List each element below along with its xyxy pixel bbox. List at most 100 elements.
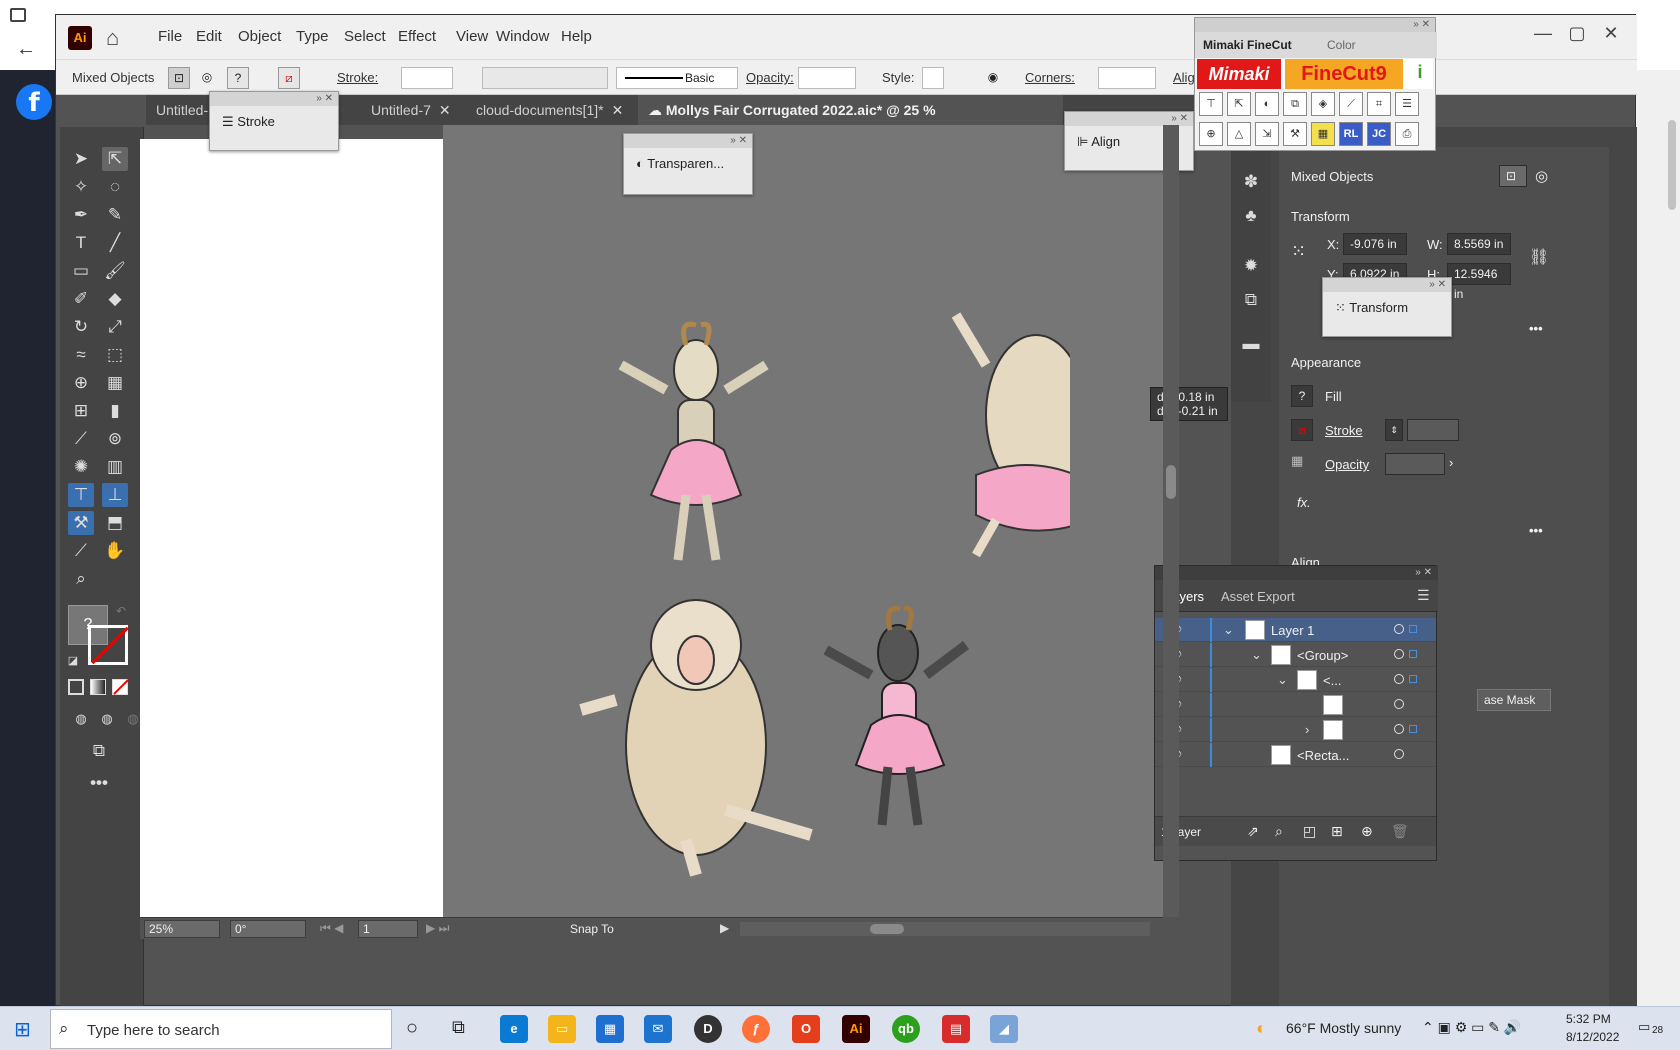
- selection-indicator[interactable]: [1409, 725, 1417, 733]
- target-icon[interactable]: [1394, 699, 1404, 709]
- store-icon[interactable]: ▦: [596, 1015, 624, 1043]
- lasso-icon[interactable]: ◌: [102, 175, 128, 199]
- draw-normal-icon[interactable]: ◍: [68, 707, 94, 731]
- mk-jc-icon[interactable]: JC: [1367, 122, 1391, 146]
- zoom-field[interactable]: 25%: [144, 920, 220, 938]
- target-icon[interactable]: [1394, 674, 1404, 684]
- mk-list-icon[interactable]: ☰: [1395, 92, 1419, 116]
- more-appearance-icon[interactable]: •••: [1529, 523, 1543, 538]
- mk-print-icon[interactable]: ⎙: [1395, 122, 1419, 146]
- more-transform-icon[interactable]: •••: [1529, 321, 1543, 336]
- mesh-tool-icon[interactable]: ⊞: [68, 399, 94, 423]
- links-icon[interactable]: ⧉: [1238, 288, 1264, 312]
- menu-select[interactable]: Select: [344, 28, 386, 45]
- x-field[interactable]: -9.076 in: [1343, 233, 1407, 255]
- delete-icon[interactable]: 🗑: [1391, 823, 1409, 840]
- layer-row[interactable]: 👁: [1155, 693, 1436, 717]
- restore-icon[interactable]: ▢: [1560, 23, 1594, 44]
- opacity-field[interactable]: [1385, 453, 1445, 475]
- shape-builder-icon[interactable]: ⊕: [68, 371, 94, 395]
- mk-grid-icon[interactable]: ▦: [1311, 122, 1335, 146]
- sun-icon[interactable]: ✹: [1238, 254, 1264, 278]
- artboard-number-field[interactable]: 1: [358, 920, 418, 938]
- mk-triangle-icon[interactable]: △: [1227, 122, 1251, 146]
- target-icon[interactable]: [1394, 749, 1404, 759]
- close-icon[interactable]: ✕: [612, 102, 624, 118]
- selection-tool-icon[interactable]: ➤: [68, 147, 94, 171]
- stroke-swatch[interactable]: ⧄: [278, 67, 300, 89]
- target-icon[interactable]: ◎: [1535, 167, 1548, 185]
- browser-tabs-icon[interactable]: [10, 8, 26, 22]
- more-tools-icon[interactable]: •••: [86, 771, 112, 795]
- layer-name[interactable]: <Group>: [1297, 648, 1348, 663]
- isolate-icon[interactable]: ⊡: [168, 67, 190, 89]
- pen-tool-icon[interactable]: ✒: [68, 203, 94, 227]
- firefox-icon[interactable]: ƒ: [742, 1015, 770, 1043]
- target-icon[interactable]: [1394, 649, 1404, 659]
- curvature-tool-icon[interactable]: ✎: [102, 203, 128, 227]
- taskbar-search[interactable]: ⌕ Type here to search: [50, 1009, 392, 1049]
- mini-panel-header[interactable]: » ✕: [1065, 112, 1193, 126]
- variable-width-field[interactable]: [482, 67, 608, 89]
- chevron-right-icon[interactable]: ›: [1449, 455, 1453, 470]
- style-swatch[interactable]: [922, 67, 944, 89]
- selection-indicator[interactable]: [1409, 650, 1417, 658]
- selection-indicator[interactable]: [1409, 625, 1417, 633]
- corners-field[interactable]: [1098, 67, 1156, 89]
- brush-field[interactable]: Basic: [616, 67, 738, 89]
- fill-swatch[interactable]: ?: [227, 67, 249, 89]
- eyedropper-icon[interactable]: ⟋: [68, 427, 94, 451]
- target-icon[interactable]: ◎: [196, 67, 218, 89]
- puppet-icon[interactable]: ✽: [1238, 170, 1264, 194]
- tab-mimaki-finecut[interactable]: Mimaki FineCut: [1203, 38, 1292, 52]
- mk-register-icon[interactable]: ⊕: [1199, 122, 1223, 146]
- browser-back-icon[interactable]: ←: [16, 38, 36, 61]
- transparency-panel-tab[interactable]: ◐ Transparen...: [624, 148, 752, 179]
- clipping-mask-icon[interactable]: ◰: [1303, 823, 1316, 840]
- opacity-label[interactable]: Opacity: [1325, 457, 1369, 472]
- constrain-icon[interactable]: ⛓: [1529, 247, 1549, 267]
- color-mode-icon[interactable]: [68, 679, 84, 695]
- stroke-color-box[interactable]: [88, 625, 129, 665]
- layer-name[interactable]: <Recta...: [1297, 748, 1349, 763]
- rotate-tool-icon[interactable]: ↻: [68, 315, 94, 339]
- shaper-tool-icon[interactable]: ✐: [68, 287, 94, 311]
- locate-object-icon[interactable]: ⌕: [1275, 823, 1283, 840]
- opacity-label[interactable]: Opacity:: [746, 70, 794, 85]
- magic-wand-icon[interactable]: ✧: [68, 175, 94, 199]
- menu-type[interactable]: Type: [296, 28, 329, 45]
- horizontal-scrollbar[interactable]: [740, 922, 1150, 936]
- type-tool-icon[interactable]: T: [68, 231, 94, 255]
- align-label[interactable]: Alig: [1173, 70, 1195, 85]
- gradient-mode-icon[interactable]: [90, 679, 106, 695]
- draw-behind-icon[interactable]: ◍: [94, 707, 120, 731]
- rotation-field[interactable]: 0°: [230, 920, 306, 938]
- printer-app-icon[interactable]: ▤: [942, 1015, 970, 1043]
- clock-time[interactable]: 5:32 PM: [1566, 1012, 1611, 1026]
- sheep-ballerina-cropped[interactable]: [936, 305, 1076, 565]
- vertical-scrollbar[interactable]: [1163, 125, 1179, 917]
- paintbrush-icon[interactable]: 🖌: [102, 259, 128, 283]
- file-explorer-icon[interactable]: ▭: [548, 1015, 576, 1043]
- layer-row[interactable]: 👁 ⌄ <Group>: [1155, 643, 1436, 667]
- stroke-weight-field[interactable]: [1407, 419, 1459, 441]
- fine-cut-tool-icon[interactable]: ⊤: [68, 483, 94, 507]
- stroke-swatch[interactable]: ⧄: [1291, 419, 1313, 441]
- quickbooks-icon[interactable]: qb: [892, 1015, 920, 1043]
- dell-icon[interactable]: D: [694, 1015, 722, 1043]
- tab-mollys-fair[interactable]: ☁ Mollys Fair Corrugated 2022.aic* @ 25 …: [638, 95, 1063, 148]
- symbol-sprayer-icon[interactable]: ✺: [68, 455, 94, 479]
- layer-row[interactable]: 👁 ⌄ Layer 1: [1155, 618, 1436, 642]
- none-mode-icon[interactable]: [112, 679, 129, 695]
- mk-export-icon[interactable]: ⇲: [1255, 122, 1279, 146]
- artboard-tool-icon[interactable]: ⬒: [102, 511, 128, 535]
- fill-swatch[interactable]: ?: [1291, 385, 1313, 407]
- stroke-weight-field[interactable]: [401, 67, 453, 89]
- menu-edit[interactable]: Edit: [196, 28, 222, 45]
- layer-name[interactable]: Layer 1: [1271, 623, 1314, 638]
- perspective-grid-icon[interactable]: ▦: [102, 371, 128, 395]
- fine-cut-tool-3-icon[interactable]: ⚒: [68, 511, 94, 535]
- mk-cut-icon[interactable]: ⊤: [1199, 92, 1223, 116]
- mimaki-panel-header[interactable]: » ✕: [1195, 18, 1435, 32]
- export-icon[interactable]: ⇗: [1247, 823, 1259, 840]
